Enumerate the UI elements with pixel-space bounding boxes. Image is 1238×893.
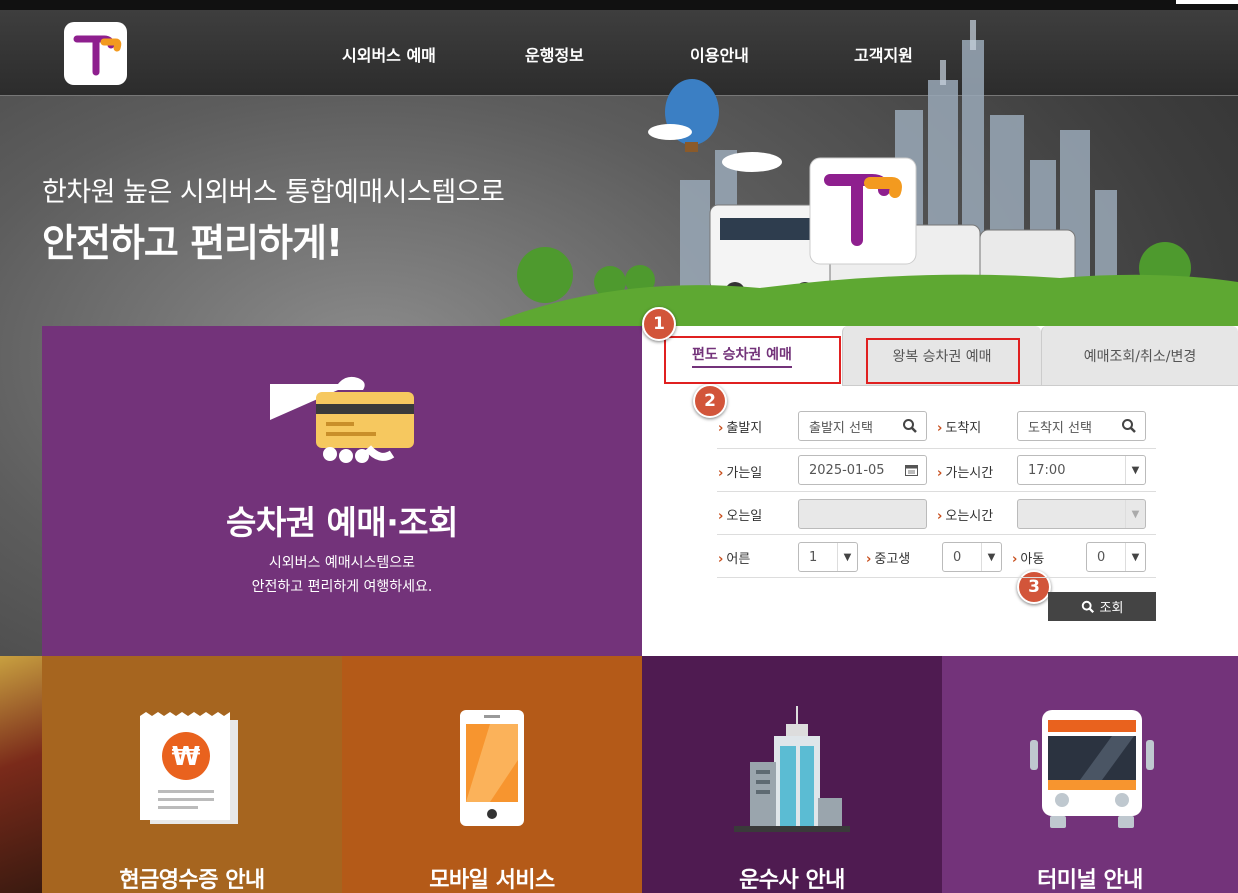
search-button-label: 조회 bbox=[1099, 601, 1124, 616]
student-count-select[interactable]: 0 ▼ bbox=[942, 542, 1002, 572]
go-time-label: › 가는시간 bbox=[937, 466, 994, 481]
step-badge-2: 2 bbox=[693, 384, 727, 418]
tile-terminal-info[interactable]: 터미널 안내 bbox=[942, 656, 1238, 893]
go-date-label: › 가는일 bbox=[718, 466, 763, 481]
divider bbox=[717, 491, 1156, 492]
t-logo-icon[interactable] bbox=[64, 22, 127, 85]
divider bbox=[717, 577, 1156, 578]
arrival-select[interactable]: 도착지 선택 bbox=[1017, 411, 1146, 441]
top-strip bbox=[0, 0, 1238, 10]
tab-lookup-cancel-label: 예매조회/취소/변경 bbox=[1083, 348, 1197, 365]
adult-count-select[interactable]: 1 ▼ bbox=[798, 542, 858, 572]
panel-title: 승차권 예매·조회 bbox=[225, 503, 459, 542]
child-count-value: 0 bbox=[1097, 549, 1106, 565]
tile-mobile-service-label: 모바일 서비스 bbox=[429, 868, 555, 893]
step-badge-1: 1 bbox=[642, 307, 676, 341]
chevron-down-icon: ▼ bbox=[837, 543, 857, 571]
city-bus-illustration bbox=[500, 20, 1238, 340]
return-date-input[interactable] bbox=[798, 499, 927, 529]
search-icon bbox=[1122, 419, 1136, 433]
search-icon bbox=[903, 419, 917, 433]
adult-count-value: 1 bbox=[809, 549, 818, 565]
return-time-select[interactable]: ▼ bbox=[1017, 499, 1146, 529]
go-date-input[interactable]: 2025-01-05 bbox=[798, 455, 927, 485]
panel-description-line1: 시외버스 예매시스템으로 bbox=[268, 555, 416, 571]
return-time-label: › 오는시간 bbox=[937, 509, 994, 524]
search-icon bbox=[1081, 600, 1094, 613]
return-date-label: › 오는일 bbox=[718, 509, 763, 524]
tile-cash-receipt-label: 현금영수증 안내 bbox=[119, 868, 265, 893]
go-time-select[interactable]: 17:00 ▼ bbox=[1017, 455, 1146, 485]
adult-label: › 어른 bbox=[718, 552, 751, 567]
chevron-down-icon: ▼ bbox=[1125, 500, 1145, 528]
departure-select[interactable]: 출발지 선택 bbox=[798, 411, 927, 441]
chevron-down-icon: ▼ bbox=[1125, 456, 1145, 484]
highlight-box-round-trip bbox=[866, 338, 1020, 384]
child-count-select[interactable]: 0 ▼ bbox=[1086, 542, 1146, 572]
divider bbox=[717, 448, 1156, 449]
panel-description-line2: 안전하고 편리하게 여행하세요. bbox=[251, 579, 433, 595]
svg-text:₩: ₩ bbox=[172, 742, 201, 772]
divider bbox=[717, 534, 1156, 535]
search-button[interactable]: 조회 bbox=[1048, 592, 1156, 621]
chevron-down-icon: ▼ bbox=[1125, 543, 1145, 571]
step-badge-3: 3 bbox=[1017, 570, 1051, 604]
tile-mobile-service[interactable]: 모바일 서비스 bbox=[342, 656, 642, 893]
decorative-strip bbox=[0, 656, 42, 893]
go-date-value: 2025-01-05 bbox=[809, 462, 885, 478]
tile-cash-receipt[interactable]: ₩ 현금영수증 안내 bbox=[42, 656, 342, 893]
nav-bus-reservation[interactable]: 시외버스 예매 bbox=[342, 42, 436, 66]
tile-transport-company-label: 운수사 안내 bbox=[739, 868, 845, 893]
student-label: › 중고생 bbox=[866, 552, 911, 567]
hero-subtitle: 한차원 높은 시외버스 통합예매시스템으로 bbox=[42, 177, 505, 208]
arrival-label: › 도착지 bbox=[937, 421, 982, 436]
departure-label: › 출발지 bbox=[718, 421, 763, 436]
tile-transport-company[interactable]: 운수사 안내 bbox=[642, 656, 942, 893]
tile-terminal-info-label: 터미널 안내 bbox=[1037, 868, 1143, 893]
card-in-hand-icon bbox=[270, 376, 414, 463]
child-label: › 아동 bbox=[1012, 552, 1045, 567]
tab-lookup-cancel[interactable]: 예매조회/취소/변경 bbox=[1041, 326, 1238, 386]
bus-front-icon bbox=[1030, 710, 1154, 828]
highlight-box-one-way bbox=[664, 336, 841, 384]
calendar-icon bbox=[905, 465, 918, 476]
ticket-panel: 승차권 예매·조회 시외버스 예매시스템으로 안전하고 편리하게 여행하세요. bbox=[42, 326, 642, 656]
chevron-down-icon: ▼ bbox=[981, 543, 1001, 571]
receipt-won-icon: ₩ bbox=[140, 712, 238, 824]
departure-placeholder: 출발지 선택 bbox=[809, 420, 873, 436]
arrival-placeholder: 도착지 선택 bbox=[1028, 420, 1092, 436]
building-icon bbox=[734, 706, 850, 832]
student-count-value: 0 bbox=[953, 549, 962, 565]
go-time-value: 17:00 bbox=[1028, 462, 1066, 478]
top-white-box bbox=[1176, 0, 1238, 4]
smartphone-icon bbox=[460, 710, 524, 826]
hero-title: 안전하고 편리하게! bbox=[42, 221, 343, 265]
